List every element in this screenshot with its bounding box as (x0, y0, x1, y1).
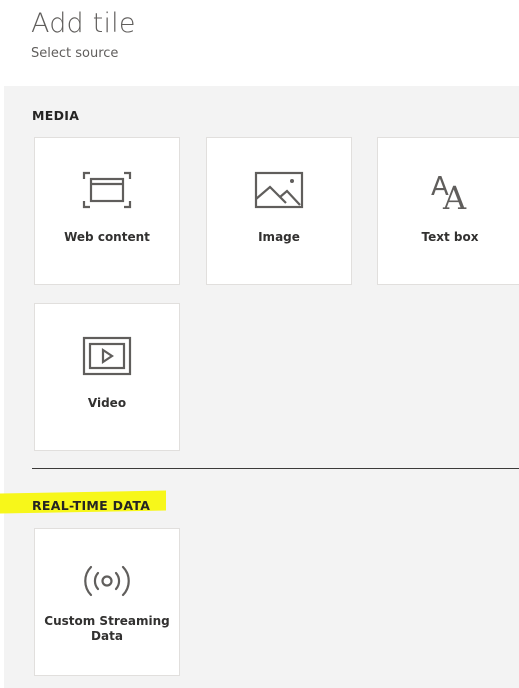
tile-label: Text box (421, 230, 479, 244)
video-icon (35, 334, 179, 378)
text-box-icon: A A (378, 168, 519, 212)
tile-label: Image (258, 230, 300, 244)
streaming-icon (35, 559, 179, 603)
tile-video[interactable]: Video (34, 303, 180, 451)
web-content-icon (35, 168, 179, 212)
tile-label: Video (87, 396, 127, 410)
tile-label: Custom Streaming Data (44, 614, 170, 643)
section-divider (32, 468, 519, 469)
section-title-realtime: REAL-TIME DATA (32, 498, 151, 513)
dialog-header: Add tile Select source (0, 0, 519, 86)
image-icon (207, 168, 351, 212)
tile-image[interactable]: Image (206, 137, 352, 285)
tile-text-box[interactable]: A A Text box (377, 137, 519, 285)
svg-text:A: A (442, 179, 467, 211)
tile-custom-streaming-data[interactable]: Custom Streaming Data (34, 528, 180, 676)
section-title-media: MEDIA (32, 108, 80, 123)
page-title: Add tile (31, 8, 136, 39)
tile-web-content[interactable]: Web content (34, 137, 180, 285)
page-subtitle: Select source (31, 46, 119, 61)
tile-label: Web content (64, 230, 150, 244)
